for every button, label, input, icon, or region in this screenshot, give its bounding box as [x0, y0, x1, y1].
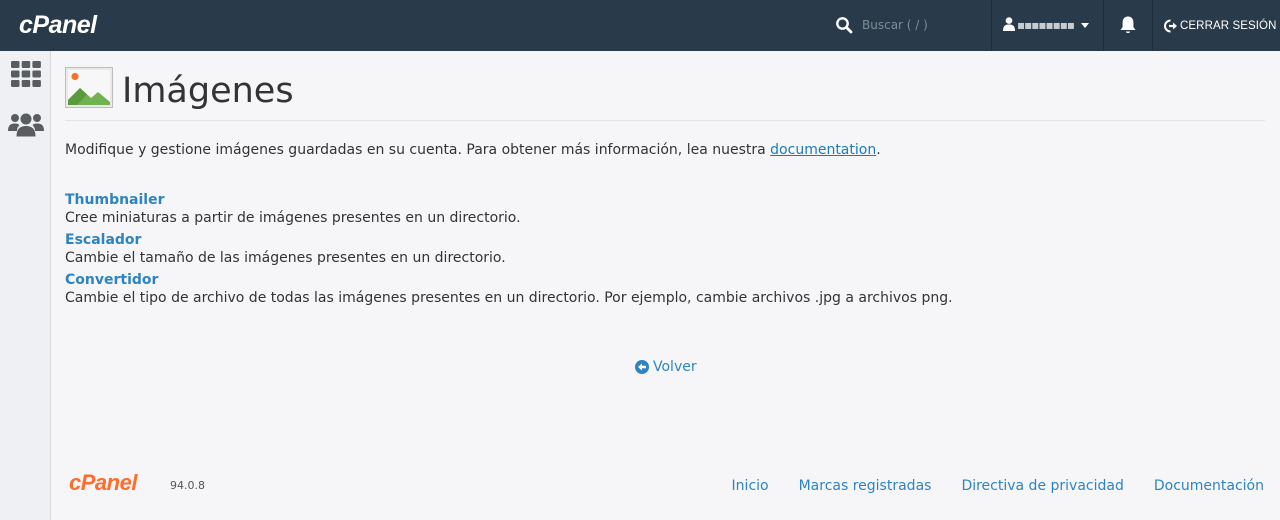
- user-menu[interactable]: ▪▪▪▪▪▪▪▪: [992, 0, 1102, 51]
- title-divider: [65, 120, 1265, 121]
- top-navbar: cPanel ▪▪▪▪▪▪▪▪ CERRAR SESIÓN: [0, 0, 1280, 51]
- user-icon: [1003, 17, 1015, 31]
- logout-label: CERRAR SESIÓN: [1180, 19, 1277, 32]
- footer-link-home[interactable]: Inicio: [732, 477, 769, 495]
- back-label: Volver: [653, 359, 697, 375]
- thumbnailer-description: Cree miniaturas a partir de imágenes pre…: [65, 210, 521, 226]
- thumbnailer-link[interactable]: Thumbnailer: [65, 191, 165, 209]
- footer-link-trademarks[interactable]: Marcas registradas: [799, 477, 932, 495]
- converter-description: Cambie el tipo de archivo de todas las i…: [65, 290, 953, 306]
- bell-icon[interactable]: [1119, 15, 1137, 35]
- converter-link[interactable]: Convertidor: [65, 271, 158, 289]
- logout-button[interactable]: CERRAR SESIÓN: [1164, 0, 1277, 51]
- version-label: 94.0.8: [170, 479, 205, 492]
- page-title: Imágenes: [122, 71, 294, 111]
- footer-link-privacy[interactable]: Directiva de privacidad: [961, 477, 1123, 495]
- intro-end: .: [876, 142, 881, 158]
- logout-icon: [1164, 19, 1177, 32]
- images-icon: [65, 67, 113, 108]
- scaler-link[interactable]: Escalador: [65, 231, 141, 249]
- scaler-description: Cambie el tamaño de las imágenes present…: [65, 250, 506, 266]
- navbar-divider: [1103, 0, 1104, 51]
- footer-links: Inicio Marcas registradas Directiva de p…: [702, 477, 1264, 495]
- footer-cpanel-logo[interactable]: cPanel: [69, 469, 137, 497]
- back-link[interactable]: Volver: [635, 358, 697, 376]
- grid-icon: [11, 61, 41, 87]
- documentation-link[interactable]: documentation: [770, 142, 876, 158]
- cpanel-logo[interactable]: cPanel: [19, 9, 97, 41]
- users-icon: [8, 113, 44, 137]
- sidebar-item-tools[interactable]: [8, 57, 44, 91]
- intro-text: Modifique y gestione imágenes guardadas …: [65, 142, 771, 158]
- search-input[interactable]: [855, 14, 975, 36]
- chevron-down-icon: [1081, 23, 1089, 28]
- navbar-divider: [1152, 0, 1153, 51]
- sidebar-item-users[interactable]: [8, 107, 44, 141]
- page-description: Modifique y gestione imágenes guardadas …: [65, 141, 881, 159]
- user-name: ▪▪▪▪▪▪▪▪: [1017, 18, 1075, 32]
- footer-link-documentation[interactable]: Documentación: [1154, 477, 1264, 495]
- search-icon: [836, 17, 853, 34]
- sidebar: [0, 51, 51, 520]
- arrow-left-circle-icon: [635, 360, 649, 374]
